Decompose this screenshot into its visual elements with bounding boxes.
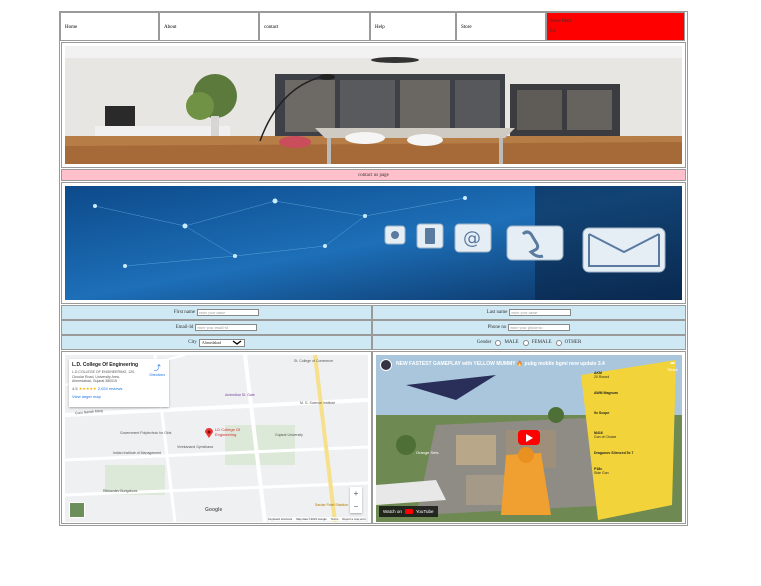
map-place-address: L.D.COLLEGE OF ENGINEERING, 120, Circula… [72, 370, 136, 383]
office-image-box [61, 42, 686, 168]
map-footer: Keyboard shortcuts Map data ©2023 Google… [268, 517, 366, 521]
city-group: City Ahmedabad [61, 335, 372, 350]
video-overlay-text: Orange Sets [416, 450, 439, 455]
form-row-city-gender: City Ahmedabad Gender MALE FEMALE OTHER [61, 335, 686, 350]
first-name-field[interactable]: enter your name [197, 309, 260, 316]
gender-option-label: FEMALE [531, 340, 552, 345]
map-marker-label: LD College Of Engineering [215, 427, 241, 437]
map-place-card: L.D. College Of Engineering L.D.COLLEGE … [69, 359, 169, 407]
phone-label: Phone no [487, 325, 507, 330]
contact-image-box: @ [61, 182, 686, 304]
map-place-label: M. G. Science Institute [300, 401, 336, 405]
gender-radio-male[interactable] [495, 339, 502, 346]
page-frame: Home About contact Help Store Store Item… [59, 11, 688, 526]
gender-option-label: MALE [504, 340, 519, 345]
nav-contact[interactable]: contact [259, 12, 370, 41]
play-icon [526, 433, 533, 442]
video-cell: NEW FASTEST GAMEPLAY with YELLOW MUMMY 🔥… [372, 351, 686, 524]
city-select[interactable]: Ahmedabad [198, 338, 245, 347]
nav-home[interactable]: Home [60, 12, 159, 41]
form-row-names: First name enter your name Last name ent… [61, 305, 686, 320]
zoom-out-button[interactable]: − [350, 500, 362, 513]
chevron-down-icon [232, 340, 242, 345]
share-icon: ➦ [670, 361, 676, 367]
nav-store-dropdown[interactable]: Store Item LS [546, 12, 685, 41]
nav-store[interactable]: Store [456, 12, 546, 41]
location-pin-icon[interactable] [205, 425, 213, 438]
nav-sub-item[interactable]: Store Item [550, 17, 684, 27]
video-embed[interactable]: NEW FASTEST GAMEPLAY with YELLOW MUMMY 🔥… [376, 355, 682, 522]
email-label: Email-Id [175, 325, 194, 330]
map-place-label: Vivekanand Gymkhana [177, 445, 214, 449]
report-error-link[interactable]: Report a map error [342, 517, 366, 521]
weapon-item: M416 Gun of Choice [594, 431, 617, 439]
contact-page-banner: contact us page [61, 169, 686, 181]
city-select-value: Ahmedabad [201, 340, 222, 345]
first-name-group: First name enter your name [61, 305, 372, 320]
map-embed[interactable]: LD College Of Engineering St. College of… [65, 355, 368, 522]
play-button[interactable] [518, 430, 540, 445]
gender-group: Gender MALE FEMALE OTHER [372, 335, 686, 350]
phone-field[interactable]: enter your phone no [508, 324, 571, 331]
nav-about[interactable]: About [159, 12, 259, 41]
directions-icon: ⤴ [153, 365, 161, 372]
map-data-text: Map data ©2023 Google [296, 517, 327, 521]
office-image [65, 46, 682, 164]
city-label: City [188, 340, 197, 345]
map-rating: 4.5 [72, 385, 78, 391]
svg-text:@: @ [463, 228, 481, 249]
map-place-label: St. College of Commerce [294, 359, 334, 363]
gender-radio-female[interactable] [522, 339, 529, 346]
youtube-label: YouTube [415, 509, 434, 514]
contact-image: @ [65, 186, 682, 300]
last-name-field[interactable]: enter your name [509, 309, 572, 316]
youtube-logo-icon [404, 509, 413, 514]
channel-avatar[interactable] [380, 359, 392, 371]
weapon-item: Dragunov Silenced 5x 7 [594, 451, 634, 455]
weapon-item: AWM Magnum [594, 391, 618, 395]
email-group: Email-Id enter your email-id [61, 320, 372, 335]
star-icon: ★★★★★ [78, 385, 97, 391]
satellite-toggle[interactable] [69, 502, 85, 518]
watch-on-label: Watch on [383, 509, 402, 514]
terms-link[interactable]: Terms [331, 517, 339, 521]
gender-option-label: OTHER [564, 340, 582, 345]
last-name-label: Last name [486, 310, 508, 315]
map-place-label: Rikhavdev Bungalows [103, 489, 138, 493]
gender-label: Gender [476, 340, 492, 345]
map-rating-row: 4.5 ★★★★★ 2,024 reviews [72, 386, 166, 391]
map-place-label: Government Polytechnic for Girls [120, 431, 172, 435]
last-name-group: Last name enter your name [372, 305, 686, 320]
map-place-label: Gujarat University [275, 433, 303, 437]
weapon-item: P18c Side Gun [594, 467, 609, 475]
keyboard-shortcuts-link[interactable]: Keyboard shortcuts [268, 517, 292, 521]
video-title[interactable]: NEW FASTEST GAMEPLAY with YELLOW MUMMY 🔥… [396, 361, 636, 367]
google-logo: Google [205, 507, 223, 513]
view-larger-map-link[interactable]: View larger map [72, 394, 166, 399]
map-cell: LD College Of Engineering St. College of… [61, 351, 372, 524]
map-place-label: Sardar Patel Stadium [315, 503, 349, 507]
map-zoom-controls: + − [350, 487, 362, 513]
directions-label: Directions [149, 373, 165, 377]
weapon-list: AKM 20 Round AWM Magnum 9x Scope M416 Gun … [594, 371, 674, 475]
directions-button[interactable]: ⤴ Directions [149, 363, 165, 377]
map-place-label: Ambedkar St. Gate [225, 393, 255, 397]
zoom-in-button[interactable]: + [350, 487, 362, 500]
map-reviews-link[interactable]: 2,024 reviews [98, 386, 123, 391]
embeds-row: LD College Of Engineering St. College of… [61, 351, 686, 524]
gender-radio-other[interactable] [555, 339, 562, 346]
weapon-item: AKM 20 Round [594, 371, 610, 379]
map-place-label: Indian Institute of Management [113, 451, 162, 455]
nav-help[interactable]: Help [370, 12, 456, 41]
email-field[interactable]: enter your email-id [195, 324, 258, 331]
watch-on-youtube-button[interactable]: Watch on YouTube [379, 506, 438, 517]
first-name-label: First name [173, 310, 196, 315]
form-row-contact: Email-Id enter your email-id Phone no en… [61, 320, 686, 335]
weapon-item: 9x Scope [594, 411, 610, 415]
top-nav: Home About contact Help Store Store Item… [60, 12, 687, 41]
phone-group: Phone no enter your phone no [372, 320, 686, 335]
nav-sub-item[interactable]: LS [550, 27, 684, 37]
